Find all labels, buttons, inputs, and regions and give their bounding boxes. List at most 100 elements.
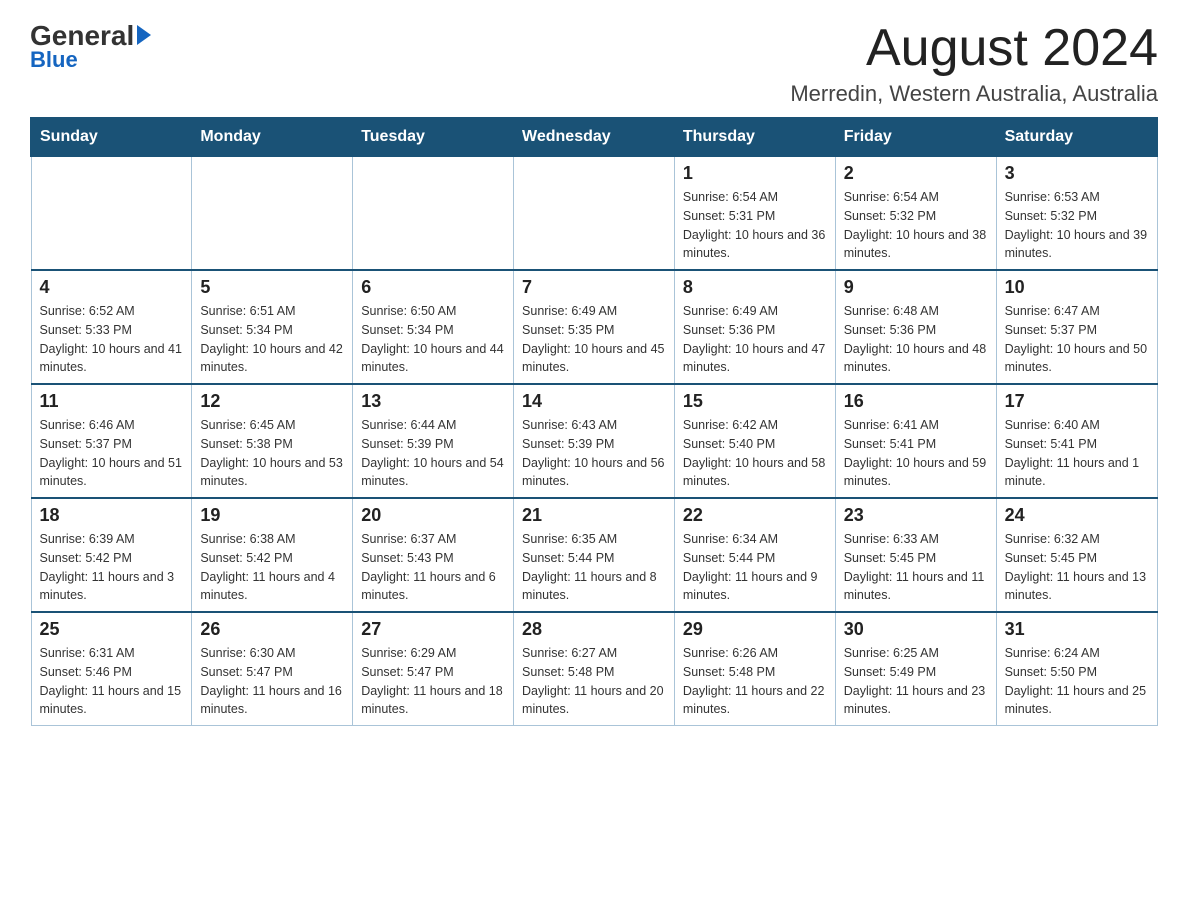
day-number: 9 (844, 277, 988, 298)
calendar-cell: 15 Sunrise: 6:42 AMSunset: 5:40 PMDayligh… (674, 384, 835, 498)
day-info: Sunrise: 6:34 AMSunset: 5:44 PMDaylight:… (683, 530, 827, 605)
day-header-friday: Friday (835, 118, 996, 157)
logo-blue-text: Blue (30, 47, 78, 73)
calendar-cell: 7 Sunrise: 6:49 AMSunset: 5:35 PMDaylight… (514, 270, 675, 384)
day-info: Sunrise: 6:26 AMSunset: 5:48 PMDaylight:… (683, 644, 827, 719)
calendar-cell: 27 Sunrise: 6:29 AMSunset: 5:47 PMDayligh… (353, 612, 514, 726)
calendar-cell: 6Sunrise: 6:50 AMSunset: 5:34 PMDaylight… (353, 270, 514, 384)
calendar-cell: 25 Sunrise: 6:31 AMSunset: 5:46 PMDayligh… (31, 612, 192, 726)
day-number: 5 (200, 277, 344, 298)
day-number: 18 (40, 505, 184, 526)
day-info: Sunrise: 6:53 AMSunset: 5:32 PMDaylight:… (1005, 188, 1149, 263)
day-number: 4 (40, 277, 184, 298)
logo-arrow-icon (137, 25, 151, 45)
day-info: Sunrise: 6:31 AMSunset: 5:46 PMDaylight:… (40, 644, 184, 719)
day-info: Sunrise: 6:32 AMSunset: 5:45 PMDaylight:… (1005, 530, 1149, 605)
day-info: Sunrise: 6:38 AMSunset: 5:42 PMDaylight:… (200, 530, 344, 605)
calendar-cell: 11Sunrise: 6:46 AMSunset: 5:37 PMDayligh… (31, 384, 192, 498)
calendar-cell (514, 157, 675, 271)
day-header-sunday: Sunday (31, 118, 192, 157)
day-info: Sunrise: 6:41 AMSunset: 5:41 PMDaylight:… (844, 416, 988, 491)
day-number: 3 (1005, 163, 1149, 184)
calendar-cell: 21Sunrise: 6:35 AMSunset: 5:44 PMDayligh… (514, 498, 675, 612)
logo: General Blue (30, 20, 151, 73)
day-header-saturday: Saturday (996, 118, 1157, 157)
day-info: Sunrise: 6:48 AMSunset: 5:36 PMDaylight:… (844, 302, 988, 377)
calendar-cell: 18Sunrise: 6:39 AMSunset: 5:42 PMDayligh… (31, 498, 192, 612)
calendar-cell: 12 Sunrise: 6:45 AMSunset: 5:38 PMDayligh… (192, 384, 353, 498)
calendar-cell: 1 Sunrise: 6:54 AMSunset: 5:31 PMDaylight… (674, 157, 835, 271)
day-number: 19 (200, 505, 344, 526)
calendar-week-5: 25 Sunrise: 6:31 AMSunset: 5:46 PMDayligh… (31, 612, 1157, 726)
day-number: 27 (361, 619, 505, 640)
day-number: 2 (844, 163, 988, 184)
day-number: 30 (844, 619, 988, 640)
day-number: 28 (522, 619, 666, 640)
day-info: Sunrise: 6:24 AMSunset: 5:50 PMDaylight:… (1005, 644, 1149, 719)
day-info: Sunrise: 6:45 AMSunset: 5:38 PMDaylight:… (200, 416, 344, 491)
calendar-cell: 3 Sunrise: 6:53 AMSunset: 5:32 PMDaylight… (996, 157, 1157, 271)
day-info: Sunrise: 6:49 AMSunset: 5:36 PMDaylight:… (683, 302, 827, 377)
day-number: 22 (683, 505, 827, 526)
day-info: Sunrise: 6:46 AMSunset: 5:37 PMDaylight:… (40, 416, 184, 491)
day-info: Sunrise: 6:35 AMSunset: 5:44 PMDaylight:… (522, 530, 666, 605)
calendar-cell: 30Sunrise: 6:25 AMSunset: 5:49 PMDayligh… (835, 612, 996, 726)
month-title: August 2024 (790, 20, 1158, 77)
calendar-cell: 2Sunrise: 6:54 AMSunset: 5:32 PMDaylight… (835, 157, 996, 271)
calendar-cell: 19 Sunrise: 6:38 AMSunset: 5:42 PMDayligh… (192, 498, 353, 612)
calendar-week-4: 18Sunrise: 6:39 AMSunset: 5:42 PMDayligh… (31, 498, 1157, 612)
day-number: 10 (1005, 277, 1149, 298)
day-header-wednesday: Wednesday (514, 118, 675, 157)
day-number: 13 (361, 391, 505, 412)
day-info: Sunrise: 6:44 AMSunset: 5:39 PMDaylight:… (361, 416, 505, 491)
page-header: General Blue August 2024 Merredin, Weste… (30, 20, 1158, 107)
calendar-cell: 23 Sunrise: 6:33 AMSunset: 5:45 PMDayligh… (835, 498, 996, 612)
calendar-cell: 13 Sunrise: 6:44 AMSunset: 5:39 PMDayligh… (353, 384, 514, 498)
calendar-cell: 28 Sunrise: 6:27 AMSunset: 5:48 PMDayligh… (514, 612, 675, 726)
day-number: 24 (1005, 505, 1149, 526)
day-number: 8 (683, 277, 827, 298)
day-info: Sunrise: 6:33 AMSunset: 5:45 PMDaylight:… (844, 530, 988, 605)
day-info: Sunrise: 6:49 AMSunset: 5:35 PMDaylight:… (522, 302, 666, 377)
day-info: Sunrise: 6:47 AMSunset: 5:37 PMDaylight:… (1005, 302, 1149, 377)
day-number: 16 (844, 391, 988, 412)
day-number: 20 (361, 505, 505, 526)
day-info: Sunrise: 6:27 AMSunset: 5:48 PMDaylight:… (522, 644, 666, 719)
calendar-cell: 31Sunrise: 6:24 AMSunset: 5:50 PMDayligh… (996, 612, 1157, 726)
calendar-cell: 5 Sunrise: 6:51 AMSunset: 5:34 PMDaylight… (192, 270, 353, 384)
calendar-week-2: 4Sunrise: 6:52 AMSunset: 5:33 PMDaylight… (31, 270, 1157, 384)
location-title: Merredin, Western Australia, Australia (790, 81, 1158, 107)
calendar-cell (31, 157, 192, 271)
day-info: Sunrise: 6:40 AMSunset: 5:41 PMDaylight:… (1005, 416, 1149, 491)
day-number: 12 (200, 391, 344, 412)
calendar-cell: 16 Sunrise: 6:41 AMSunset: 5:41 PMDayligh… (835, 384, 996, 498)
day-number: 25 (40, 619, 184, 640)
calendar-cell: 8 Sunrise: 6:49 AMSunset: 5:36 PMDaylight… (674, 270, 835, 384)
day-number: 23 (844, 505, 988, 526)
calendar-cell (353, 157, 514, 271)
day-number: 17 (1005, 391, 1149, 412)
calendar-header-row: SundayMondayTuesdayWednesdayThursdayFrid… (31, 118, 1157, 157)
title-area: August 2024 Merredin, Western Australia,… (790, 20, 1158, 107)
calendar-cell: 29 Sunrise: 6:26 AMSunset: 5:48 PMDayligh… (674, 612, 835, 726)
day-number: 15 (683, 391, 827, 412)
day-info: Sunrise: 6:37 AMSunset: 5:43 PMDaylight:… (361, 530, 505, 605)
day-info: Sunrise: 6:42 AMSunset: 5:40 PMDaylight:… (683, 416, 827, 491)
day-info: Sunrise: 6:54 AMSunset: 5:31 PMDaylight:… (683, 188, 827, 263)
calendar-cell: 9 Sunrise: 6:48 AMSunset: 5:36 PMDaylight… (835, 270, 996, 384)
calendar-week-3: 11Sunrise: 6:46 AMSunset: 5:37 PMDayligh… (31, 384, 1157, 498)
calendar-week-1: 1 Sunrise: 6:54 AMSunset: 5:31 PMDaylight… (31, 157, 1157, 271)
calendar-cell: 22 Sunrise: 6:34 AMSunset: 5:44 PMDayligh… (674, 498, 835, 612)
day-number: 14 (522, 391, 666, 412)
calendar-cell: 10 Sunrise: 6:47 AMSunset: 5:37 PMDayligh… (996, 270, 1157, 384)
day-number: 29 (683, 619, 827, 640)
day-info: Sunrise: 6:29 AMSunset: 5:47 PMDaylight:… (361, 644, 505, 719)
calendar-cell: 20 Sunrise: 6:37 AMSunset: 5:43 PMDayligh… (353, 498, 514, 612)
day-info: Sunrise: 6:51 AMSunset: 5:34 PMDaylight:… (200, 302, 344, 377)
day-number: 1 (683, 163, 827, 184)
day-number: 7 (522, 277, 666, 298)
calendar-cell: 4Sunrise: 6:52 AMSunset: 5:33 PMDaylight… (31, 270, 192, 384)
day-info: Sunrise: 6:50 AMSunset: 5:34 PMDaylight:… (361, 302, 505, 377)
day-header-tuesday: Tuesday (353, 118, 514, 157)
day-number: 26 (200, 619, 344, 640)
